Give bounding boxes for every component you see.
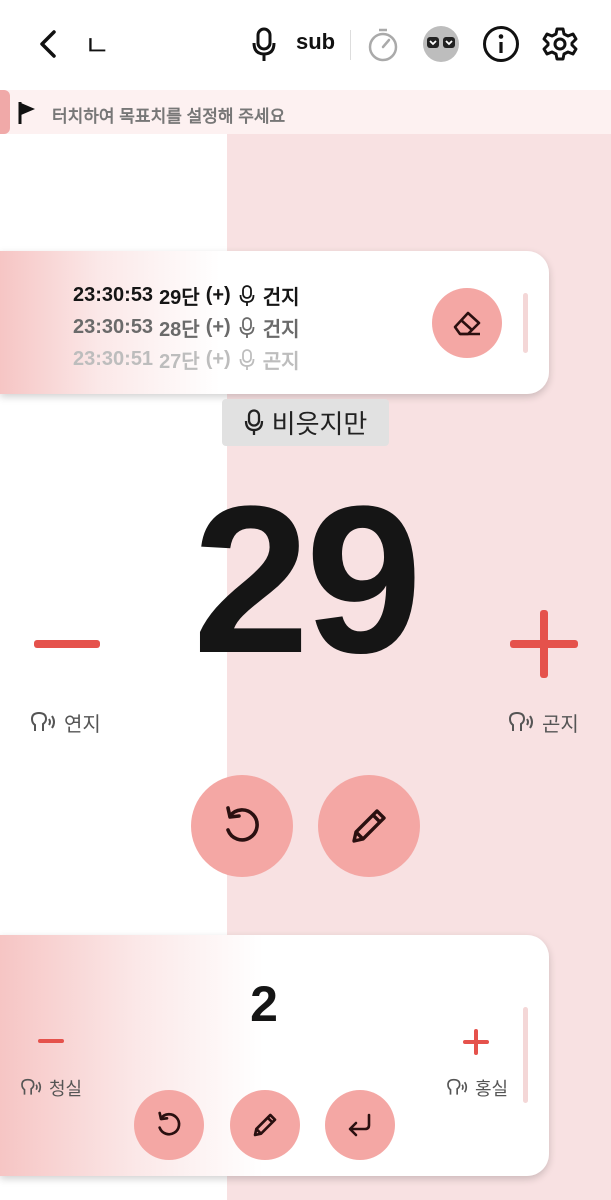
voice-command-icon (447, 1078, 468, 1095)
divider (350, 30, 351, 60)
sub-enter-button[interactable] (325, 1090, 395, 1160)
sub-counter-card: 2 청실 홍실 (0, 935, 549, 1176)
voice-command-icon (21, 1078, 42, 1095)
sub-counter-value[interactable]: 2 (214, 975, 314, 1033)
eyes-icon[interactable] (421, 24, 461, 64)
history-row: 23:30:53 28단 (+) 건지 (73, 313, 300, 342)
decrement-voice-label: 연지 (30, 708, 101, 737)
back-arrow-icon[interactable] (30, 24, 66, 64)
reset-icon (226, 806, 259, 842)
history-time: 23:30:51 (73, 348, 154, 370)
history-row: 23:30:53 29단 (+) 건지 (73, 281, 300, 310)
goal-indicator (0, 90, 10, 134)
stopwatch-icon[interactable] (365, 25, 401, 65)
sub-increment-label-text: 홍실 (475, 1079, 509, 1099)
pencil-icon (253, 1113, 277, 1137)
korean-letter-icon[interactable]: ㄴ (84, 28, 110, 61)
enter-icon (348, 1113, 371, 1137)
increment-voice-label: 곤지 (508, 708, 579, 737)
decrement-label-text: 연지 (64, 714, 101, 736)
recognized-voice-chip: 비읏지만 (222, 399, 389, 446)
goal-banner[interactable]: 터치하여 목표치를 설정해 주세요 (0, 90, 611, 134)
history-sign: (+) (205, 348, 231, 370)
microphone-icon (239, 284, 255, 306)
increment-button[interactable] (510, 610, 578, 678)
sub-edit-button[interactable] (230, 1090, 300, 1160)
sub-decrement-button[interactable] (38, 1039, 64, 1043)
top-bar: ㄴ sub (0, 0, 611, 90)
history-sign: (+) (205, 316, 231, 338)
gear-icon[interactable] (540, 24, 580, 64)
history-time: 23:30:53 (73, 284, 154, 306)
scroll-indicator[interactable] (523, 1007, 528, 1103)
main-counter-value[interactable]: 29 (150, 470, 461, 690)
flag-icon (17, 100, 37, 131)
reset-button[interactable] (191, 775, 293, 877)
history-card: 23:30:53 29단 (+) 건지 23:30:53 28단 (+) 건지 … (0, 251, 549, 394)
increment-label-text: 곤지 (542, 714, 579, 736)
microphone-icon (244, 408, 263, 435)
pencil-icon (352, 809, 386, 843)
edit-button[interactable] (318, 775, 420, 877)
goal-text: 터치하여 목표치를 설정해 주세요 (52, 107, 286, 126)
reset-icon (158, 1111, 181, 1136)
history-step: 27단 (159, 351, 200, 373)
microphone-icon[interactable] (246, 24, 282, 66)
history-sign: (+) (205, 284, 231, 306)
recognized-voice-text: 비읏지만 (271, 409, 368, 439)
sub-increment-voice-label: 홍실 (446, 1075, 508, 1101)
history-step: 28단 (159, 319, 200, 341)
sub-decrement-voice-label: 청실 (20, 1075, 82, 1101)
sub-label[interactable]: sub (296, 29, 335, 55)
info-icon[interactable] (481, 24, 521, 64)
history-step: 29단 (159, 287, 200, 309)
microphone-icon (239, 348, 255, 370)
sub-increment-button[interactable] (463, 1029, 489, 1055)
decrement-button[interactable] (34, 640, 100, 648)
history-label: 곤지 (262, 351, 300, 373)
voice-command-icon (508, 711, 533, 731)
history-row: 23:30:51 27단 (+) 곤지 (73, 345, 300, 374)
scroll-indicator[interactable] (523, 293, 528, 353)
history-time: 23:30:53 (73, 316, 154, 338)
voice-command-icon (30, 711, 55, 731)
sub-decrement-label-text: 청실 (49, 1079, 83, 1099)
history-label: 건지 (262, 319, 300, 341)
eraser-icon (453, 311, 481, 336)
clear-history-button[interactable] (432, 288, 502, 358)
history-label: 건지 (262, 287, 300, 309)
sub-reset-button[interactable] (134, 1090, 204, 1160)
microphone-icon (239, 316, 255, 338)
